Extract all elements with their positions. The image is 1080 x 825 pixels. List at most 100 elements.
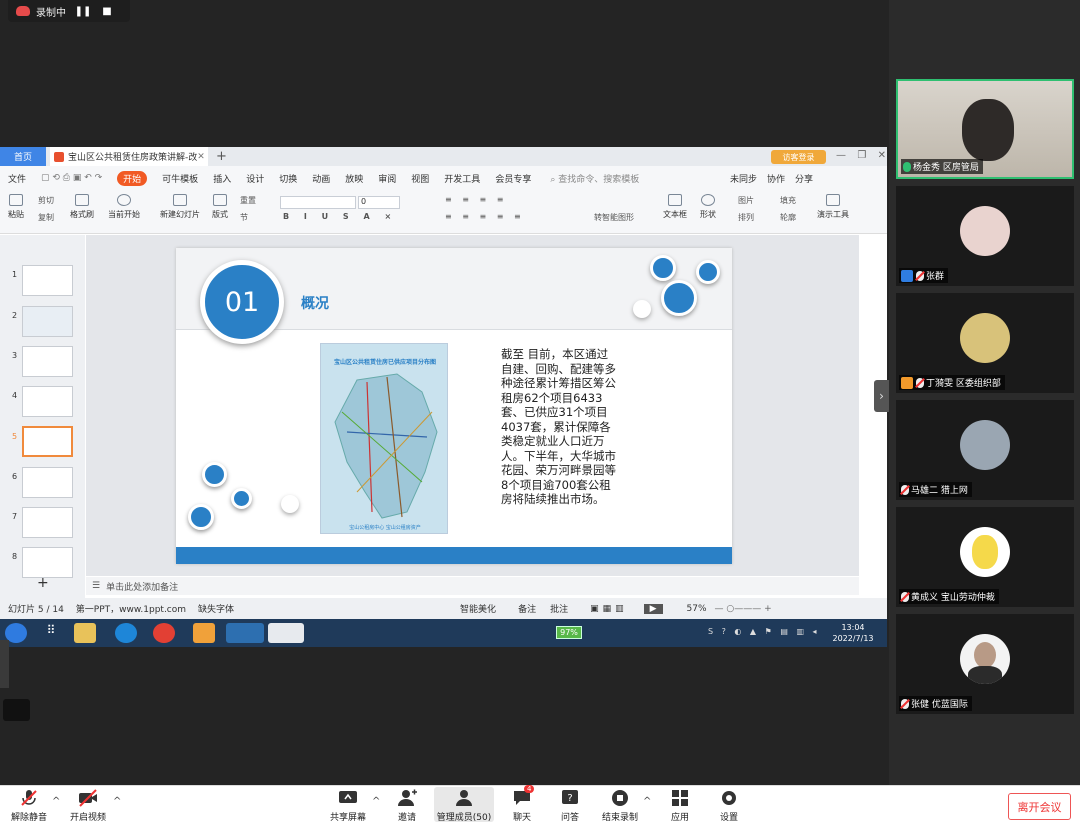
participant-tile[interactable]: 张群 <box>896 186 1074 286</box>
qa-button[interactable]: ? 问答 <box>560 789 580 823</box>
menu-view[interactable]: 视图 <box>411 172 429 185</box>
comments-toggle[interactable]: 批注 <box>550 602 568 615</box>
restore-icon[interactable]: ❐ <box>857 150 866 161</box>
chevron-up-icon[interactable]: ^ <box>113 796 121 807</box>
smart-beautify-button[interactable]: 智能美化 <box>460 602 496 615</box>
tab-document[interactable]: 宝山区公共租赁住房政策讲解-改 ✕ <box>50 147 208 166</box>
layout-button[interactable]: 版式 <box>212 194 228 220</box>
pause-recording-icon[interactable]: ❚❚ <box>75 4 92 18</box>
zoom-slider[interactable]: — ○——— + <box>715 604 772 614</box>
smart-shape-button[interactable]: 转智能图形 <box>594 212 634 223</box>
system-tray-icons[interactable]: S ? ◐ ▲ ⚑ ▤ ▥ ◂ <box>708 627 820 636</box>
chevron-up-icon[interactable]: ^ <box>372 796 380 807</box>
quick-access-icons[interactable]: ▢ ⟲ ⎙ ▣ ↶ ↷ <box>41 173 102 183</box>
zoom-level[interactable]: 57% <box>687 604 707 614</box>
paste-button[interactable]: 粘贴 <box>8 194 24 220</box>
slide-thumbnail[interactable] <box>22 386 73 417</box>
outline-button[interactable]: 轮廓 <box>780 212 796 223</box>
command-search[interactable]: ⌕ 查找命令、搜索模板 <box>550 172 654 185</box>
notes-toggle[interactable]: 备注 <box>518 602 536 615</box>
picture-button[interactable]: 图片 <box>738 195 754 206</box>
meeting-app-icon[interactable] <box>226 623 264 643</box>
menu-animation[interactable]: 动画 <box>312 172 330 185</box>
menu-transition[interactable]: 切换 <box>279 172 297 185</box>
slide-thumbnail[interactable] <box>22 507 73 538</box>
menu-slideshow[interactable]: 放映 <box>345 172 363 185</box>
media-player-icon[interactable] <box>193 623 215 643</box>
format-painter-button[interactable]: 格式刷 <box>70 194 94 220</box>
chat-button[interactable]: 4 聊天 <box>512 785 535 823</box>
menu-insert[interactable]: 插入 <box>213 172 231 185</box>
manage-members-button[interactable]: 管理成员(50) <box>434 787 494 823</box>
menu-member[interactable]: 会员专享 <box>495 172 531 185</box>
list-buttons[interactable]: ≡ ≡ ≡ ≡ <box>445 195 507 204</box>
cut-button[interactable]: 剪切 <box>38 195 54 206</box>
slide[interactable]: 01 概况 宝山区公共租赁住房已供应项目分布图 宝山公租房中心 宝山公租房资产 … <box>176 248 732 564</box>
participant-tile[interactable]: 丁漪雯 区委组织部 <box>896 293 1074 393</box>
file-explorer-icon[interactable] <box>74 623 96 643</box>
view-mode-icons[interactable]: ▣▦▥ <box>590 604 628 614</box>
notes-area[interactable]: ☰ 单击此处添加备注 <box>86 577 859 595</box>
chrome-icon[interactable] <box>153 623 175 643</box>
slide-thumbnail[interactable] <box>22 265 73 296</box>
play-from-current-button[interactable]: 当前开始 <box>108 194 140 220</box>
add-slide-icon[interactable]: + <box>37 575 49 591</box>
share-screen-button[interactable]: 共享屏幕 <box>330 789 366 823</box>
font-size-select[interactable]: 0 <box>358 196 400 209</box>
menu-review[interactable]: 审阅 <box>378 172 396 185</box>
participant-tile[interactable]: 杨金秀 区房管局 <box>896 79 1074 179</box>
apps-button[interactable]: 应用 <box>670 789 690 823</box>
slide-thumbnail[interactable] <box>22 346 73 377</box>
leave-meeting-button[interactable]: 离开会议 <box>1008 793 1071 820</box>
meeting-list-icon[interactable] <box>3 699 30 721</box>
participant-tile[interactable]: 马雄二 猎上网 <box>896 400 1074 500</box>
left-edge-handle[interactable] <box>0 640 9 688</box>
start-video-button[interactable]: 开启视频 <box>70 789 106 823</box>
visitor-login-button[interactable]: 访客登录 <box>771 150 826 164</box>
slide-thumbnail[interactable] <box>22 306 73 337</box>
participant-tile[interactable]: 张健 优蓝国际 <box>896 614 1074 714</box>
sync-status[interactable]: 未同步 <box>730 172 757 185</box>
tab-home[interactable]: 首页 <box>0 147 46 166</box>
invite-button[interactable]: 邀请 <box>397 789 417 823</box>
reset-button[interactable]: 重置 <box>240 195 256 206</box>
close-tab-icon[interactable]: ✕ <box>197 152 205 162</box>
copy-button[interactable]: 复制 <box>38 212 54 223</box>
participant-tile[interactable]: 黄成义 宝山劳动仲裁 <box>896 507 1074 607</box>
slide-thumbnail-selected[interactable] <box>22 426 73 457</box>
stop-recording-icon[interactable]: ■ <box>100 4 114 18</box>
chevron-up-icon[interactable]: ^ <box>52 796 60 807</box>
font-name-select[interactable] <box>280 196 356 209</box>
wps-icon[interactable] <box>268 623 304 643</box>
share-button[interactable]: 分享 <box>795 172 813 185</box>
align-buttons[interactable]: ≡ ≡ ≡ ≡ ≡ <box>445 212 525 221</box>
collapse-panel-arrow[interactable]: › <box>874 380 889 412</box>
shape-button[interactable]: 形状 <box>700 194 716 220</box>
section-button[interactable]: 节 <box>240 212 248 223</box>
app-grid-icon[interactable]: ⠿ <box>40 623 62 643</box>
menu-design[interactable]: 设计 <box>246 172 264 185</box>
stop-recording-button[interactable]: 结束录制 <box>602 789 638 823</box>
menu-start[interactable]: 开始 <box>117 170 148 186</box>
present-tools-button[interactable]: 演示工具 <box>817 194 849 220</box>
chevron-up-icon[interactable]: ^ <box>643 796 651 807</box>
new-tab-icon[interactable]: + <box>216 149 227 164</box>
slideshow-play-icon[interactable]: ▶ <box>643 603 663 614</box>
close-window-icon[interactable]: ✕ <box>878 150 886 161</box>
slide-thumbnail[interactable] <box>22 547 73 578</box>
arrange-button[interactable]: 排列 <box>738 212 754 223</box>
menu-developer[interactable]: 开发工具 <box>444 172 480 185</box>
menu-template[interactable]: 可牛模板 <box>162 172 198 185</box>
settings-button[interactable]: 设置 <box>719 789 739 823</box>
new-slide-button[interactable]: 新建幻灯片 <box>160 194 200 220</box>
minimize-icon[interactable]: — <box>836 150 846 161</box>
missing-font-button[interactable]: 缺失字体 <box>198 602 234 615</box>
menu-file[interactable]: 文件 <box>8 172 26 185</box>
ie-browser-icon[interactable] <box>115 623 137 643</box>
unmute-button[interactable]: 解除静音 <box>11 789 47 823</box>
collaborate-button[interactable]: 协作 <box>767 172 785 185</box>
fill-button[interactable]: 填充 <box>780 195 796 206</box>
slide-thumbnail[interactable] <box>22 467 73 498</box>
textbox-button[interactable]: 文本框 <box>663 194 687 220</box>
font-style-buttons[interactable]: B I U S A × <box>283 212 397 221</box>
